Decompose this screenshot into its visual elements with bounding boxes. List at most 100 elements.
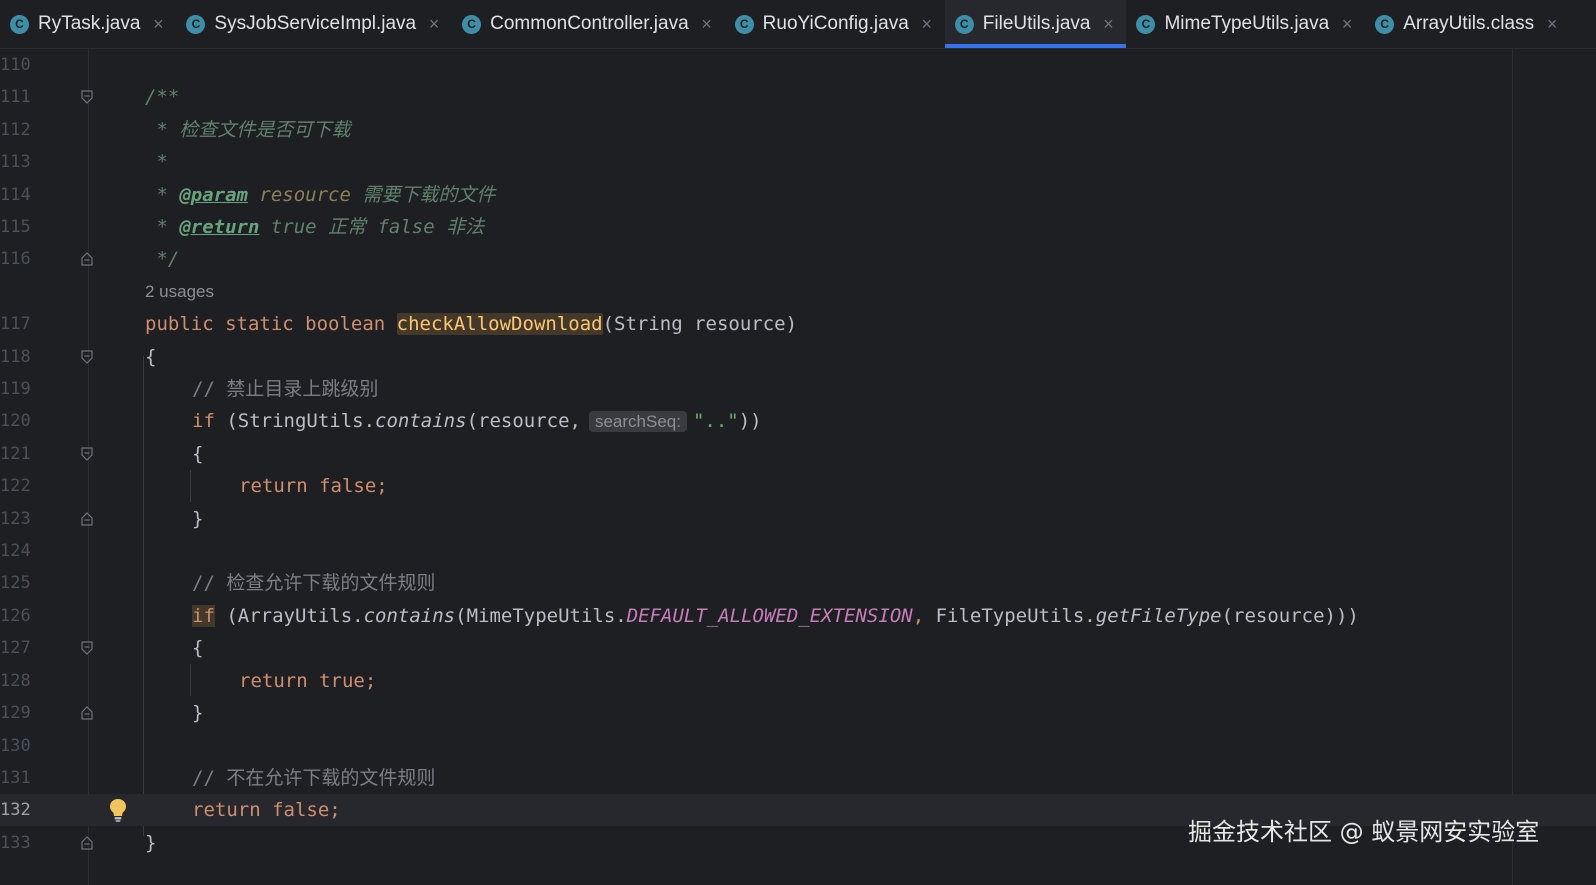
code-line[interactable]: 131 // 不在允许下载的文件规则 bbox=[0, 762, 1596, 794]
method-call[interactable]: contains bbox=[375, 410, 467, 432]
doc-text: 需要下载的文件 bbox=[350, 184, 496, 206]
code-token: )) bbox=[738, 410, 762, 432]
method-call[interactable]: getFileType bbox=[1096, 605, 1222, 627]
return-statement: return false; bbox=[192, 799, 341, 821]
doc-text: true 正常 false 非法 bbox=[259, 216, 485, 238]
return-statement: return true; bbox=[239, 670, 377, 692]
code-line[interactable]: 130 bbox=[0, 730, 1596, 762]
line-comment: // 检查允许下载的文件规则 bbox=[192, 572, 436, 594]
code-line[interactable]: 114 * @param resource 需要下载的文件 bbox=[0, 179, 1596, 211]
method-name[interactable]: checkAllowDownload bbox=[396, 313, 603, 335]
close-icon[interactable]: × bbox=[1100, 14, 1116, 35]
doc-param-ref: resource bbox=[247, 184, 351, 206]
class-icon: C bbox=[954, 14, 974, 34]
code-line[interactable]: 129 } bbox=[0, 697, 1596, 729]
close-icon[interactable]: × bbox=[426, 14, 442, 35]
fold-end-icon[interactable] bbox=[81, 706, 93, 720]
editor-tab[interactable]: C ArrayUtils.class × bbox=[1365, 0, 1570, 48]
line-number: 129 bbox=[0, 703, 31, 723]
line-number: 113 bbox=[0, 152, 31, 172]
close-brace: } bbox=[192, 508, 204, 530]
doc-tag-param[interactable]: @param bbox=[179, 184, 248, 206]
fold-collapse-icon[interactable] bbox=[81, 350, 93, 364]
string-literal: ".." bbox=[692, 410, 739, 432]
if-statement: if (StringUtils.contains(resource, search… bbox=[192, 405, 762, 437]
code-token: FileTypeUtils. bbox=[935, 605, 1096, 627]
close-icon[interactable]: × bbox=[1544, 14, 1560, 35]
close-icon[interactable]: × bbox=[150, 14, 166, 35]
close-icon[interactable]: × bbox=[699, 14, 715, 35]
tab-label: RyTask.java bbox=[38, 13, 141, 34]
line-comment: // 不在允许下载的文件规则 bbox=[192, 767, 436, 789]
open-brace: { bbox=[192, 443, 204, 465]
method-call[interactable]: contains bbox=[364, 605, 456, 627]
line-number: 123 bbox=[0, 509, 31, 529]
code-line[interactable]: 124 bbox=[0, 535, 1596, 567]
editor-tab[interactable]: C RuoYiConfig.java × bbox=[725, 0, 945, 48]
code-line[interactable]: 115 * @return true 正常 false 非法 bbox=[0, 211, 1596, 243]
line-number: 111 bbox=[0, 87, 31, 107]
code-line[interactable]: 111 /** bbox=[0, 81, 1596, 113]
fold-end-icon[interactable] bbox=[81, 252, 93, 266]
tab-label: CommonController.java bbox=[490, 13, 689, 34]
code-line[interactable]: 110 bbox=[0, 49, 1596, 81]
code-line[interactable]: 118 { bbox=[0, 341, 1596, 373]
code-editor[interactable]: 110 111 /** 112 * 检查文件是否可下载 113 * 114 * … bbox=[0, 49, 1596, 885]
editor-tab[interactable]: C SysJobServiceImpl.java × bbox=[176, 0, 452, 48]
code-line[interactable]: 112 * 检查文件是否可下载 bbox=[0, 114, 1596, 146]
line-number: 118 bbox=[0, 347, 31, 367]
class-icon: C bbox=[1375, 14, 1395, 34]
class-icon: C bbox=[10, 14, 29, 34]
code-line[interactable]: 119 // 禁止目录上跳级别 bbox=[0, 373, 1596, 405]
usages-inlay-hint[interactable]: 2 usages bbox=[145, 276, 214, 308]
line-number: 119 bbox=[0, 379, 31, 399]
code-line[interactable]: 116 */ bbox=[0, 243, 1596, 275]
code-line[interactable]: 126 if (ArrayUtils.contains(MimeTypeUtil… bbox=[0, 600, 1596, 632]
param-inlay-hint: searchSeq: bbox=[588, 411, 687, 432]
doc-comment-line: * @param resource 需要下载的文件 bbox=[145, 179, 495, 211]
keyword-if: if bbox=[192, 410, 215, 432]
editor-tab[interactable]: C FileUtils.java × bbox=[944, 0, 1127, 48]
doc-comment-close: */ bbox=[145, 248, 180, 270]
close-brace: } bbox=[192, 702, 204, 724]
doc-comment-line: * @return true 正常 false 非法 bbox=[145, 211, 484, 243]
tab-label: SysJobServiceImpl.java bbox=[214, 13, 417, 34]
code-line[interactable]: 117 public static boolean checkAllowDown… bbox=[0, 308, 1596, 340]
code-token: (StringUtils. bbox=[214, 410, 376, 432]
code-line[interactable]: 127 { bbox=[0, 632, 1596, 664]
editor-tab[interactable]: C CommonController.java × bbox=[452, 0, 725, 48]
code-line[interactable]: 120 if (StringUtils.contains(resource, se… bbox=[0, 405, 1596, 437]
code-line[interactable]: 123 } bbox=[0, 503, 1596, 535]
editor-tab[interactable]: C RyTask.java × bbox=[0, 0, 176, 48]
line-number: 131 bbox=[0, 768, 31, 788]
close-brace: } bbox=[145, 832, 157, 854]
close-icon[interactable]: × bbox=[1339, 14, 1355, 35]
doc-tag-return[interactable]: @return bbox=[179, 216, 259, 238]
fold-collapse-icon[interactable] bbox=[81, 641, 93, 655]
doc-text: 检查文件是否可下载 bbox=[179, 119, 351, 141]
line-number: 120 bbox=[0, 411, 31, 431]
method-signature: public static boolean checkAllowDownload… bbox=[145, 308, 797, 340]
fold-end-icon[interactable] bbox=[81, 512, 93, 526]
code-line[interactable]: 125 // 检查允许下载的文件规则 bbox=[0, 567, 1596, 599]
constant-field[interactable]: DEFAULT_ALLOWED_EXTENSION bbox=[627, 605, 913, 627]
line-number: 121 bbox=[0, 444, 31, 464]
line-number: 127 bbox=[0, 638, 31, 658]
line-number: 116 bbox=[0, 249, 31, 269]
code-line[interactable]: 121 { bbox=[0, 438, 1596, 470]
code-line[interactable]: 113 * bbox=[0, 146, 1596, 178]
code-line[interactable]: 122 return false; bbox=[0, 470, 1596, 502]
line-comment: // 禁止目录上跳级别 bbox=[192, 378, 379, 400]
code-line[interactable]: 128 return true; bbox=[0, 665, 1596, 697]
line-number: 126 bbox=[0, 606, 31, 626]
close-icon[interactable]: × bbox=[919, 14, 935, 35]
fold-collapse-icon[interactable] bbox=[81, 90, 93, 104]
lightbulb-icon[interactable] bbox=[108, 797, 128, 823]
line-number: 133 bbox=[0, 833, 31, 853]
fold-collapse-icon[interactable] bbox=[81, 447, 93, 461]
fold-end-icon[interactable] bbox=[81, 836, 93, 850]
editor-tab-bar: C RyTask.java × C SysJobServiceImpl.java × C Co… bbox=[0, 0, 1596, 49]
editor-tab[interactable]: C MimeTypeUtils.java × bbox=[1126, 0, 1365, 48]
code-token: (MimeTypeUtils. bbox=[455, 605, 627, 627]
keyword-if: if bbox=[192, 605, 215, 627]
